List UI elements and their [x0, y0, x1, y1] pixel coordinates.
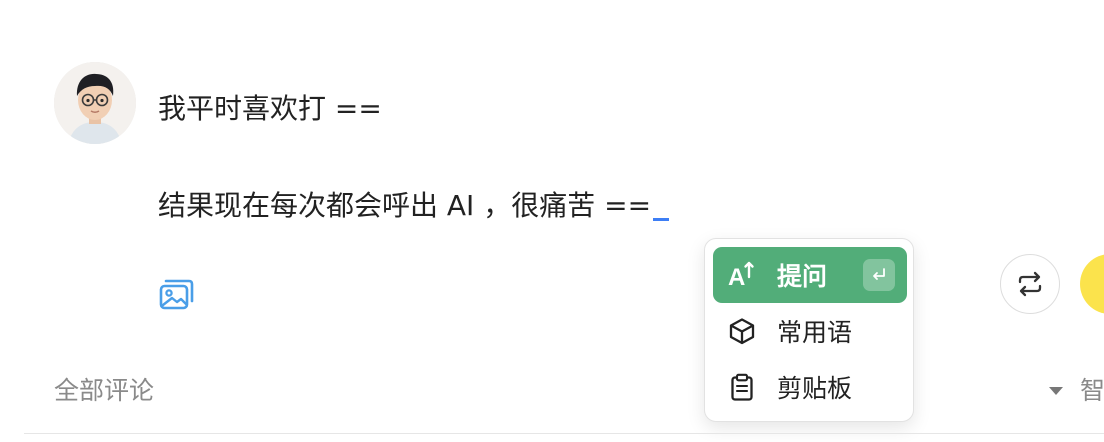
cube-icon: [727, 316, 757, 346]
ai-sparkle-icon: A: [727, 260, 757, 290]
clipboard-icon: [727, 372, 757, 402]
send-button[interactable]: [1080, 254, 1104, 314]
quick-action-popup: A 提问 常用语 剪贴板: [704, 238, 914, 422]
menu-item-ask[interactable]: A 提问: [713, 247, 907, 303]
all-comments-label: 全部评论: [54, 376, 155, 405]
message-line-2-text: 结果现在每次都会呼出 AI ，很痛苦 ==: [158, 189, 652, 222]
sort-dropdown[interactable]: 智: [1046, 373, 1104, 409]
enter-key-icon: [863, 259, 895, 291]
sort-label: 智: [1080, 376, 1104, 405]
user-avatar: [54, 62, 136, 144]
triangle-down-icon: [1049, 387, 1063, 395]
avatar-portrait-icon: [54, 62, 136, 144]
message-line-2[interactable]: 结果现在每次都会呼出 AI ，很痛苦 ==: [158, 186, 670, 226]
text-caret: [653, 218, 670, 221]
menu-item-clipboard-label: 剪贴板: [777, 374, 853, 403]
repeat-swap-icon: [1018, 271, 1042, 297]
menu-item-common-phrases-label: 常用语: [777, 318, 853, 347]
menu-item-common-phrases[interactable]: 常用语: [713, 303, 907, 359]
image-icon: [159, 279, 194, 310]
svg-text:A: A: [728, 264, 745, 290]
insert-image-button[interactable]: [158, 274, 196, 312]
switch-button[interactable]: [1000, 254, 1060, 314]
divider: [24, 433, 1104, 434]
menu-item-ask-label: 提问: [777, 262, 828, 291]
comment-composer: 我平时喜欢打 == 结果现在每次都会呼出 AI ，很痛苦 == A 提问 常用语…: [0, 0, 1104, 442]
menu-item-clipboard[interactable]: 剪贴板: [713, 359, 907, 415]
message-line-1[interactable]: 我平时喜欢打 ==: [158, 89, 382, 129]
